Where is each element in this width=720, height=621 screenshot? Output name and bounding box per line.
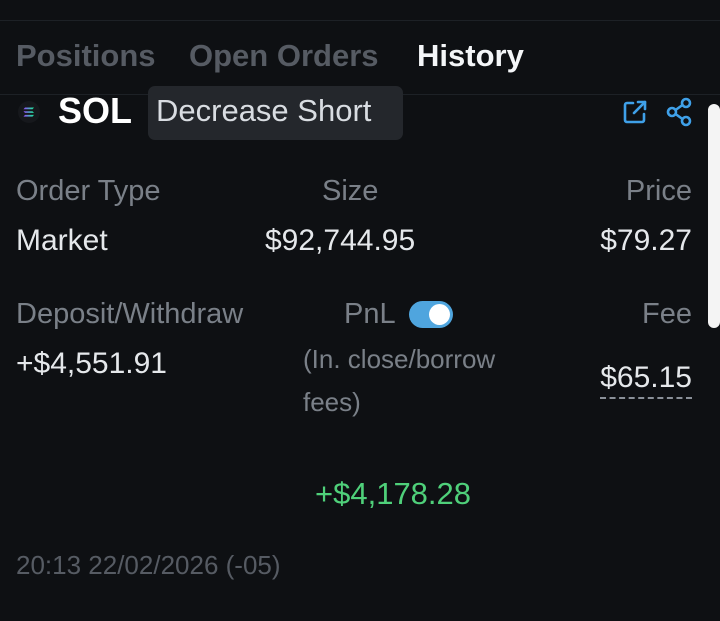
size-value: $92,744.95 [265, 224, 416, 257]
deposit-withdraw-value: +$4,551.91 [16, 347, 167, 380]
scrollbar-thumb[interactable] [708, 104, 720, 328]
fee-label: Fee [642, 298, 692, 330]
fee-value[interactable]: $65.15 [600, 360, 692, 399]
pnl-label: PnL [344, 298, 396, 330]
size-label: Size [322, 175, 379, 207]
deposit-withdraw-label: Deposit/Withdraw [16, 298, 244, 330]
price-label: Price [625, 175, 692, 207]
order-action-badge: Decrease Short [148, 86, 403, 140]
pnl-fees-note: (In. close/borrow fees) [303, 344, 496, 417]
toggle-knob [429, 304, 450, 325]
trade-history-screen: Positions Open Orders History SOL Decrea… [0, 0, 720, 621]
top-divider [0, 20, 720, 21]
trade-timestamp: 20:13 22/02/2026 (-05) [16, 550, 281, 580]
tab-history[interactable]: History [417, 38, 524, 74]
pnl-fees-toggle[interactable] [409, 301, 453, 328]
order-type-value: Market [16, 224, 108, 257]
tab-positions[interactable]: Positions [16, 38, 156, 74]
external-link-icon[interactable] [621, 98, 649, 126]
share-icon[interactable] [665, 97, 693, 127]
order-type-label: Order Type [16, 175, 161, 207]
pnl-value: +$4,178.28 [315, 476, 472, 511]
solana-logo-icon [18, 101, 40, 123]
tab-open-orders[interactable]: Open Orders [189, 38, 379, 74]
token-symbol: SOL [58, 90, 133, 131]
price-value: $79.27 [600, 224, 692, 257]
